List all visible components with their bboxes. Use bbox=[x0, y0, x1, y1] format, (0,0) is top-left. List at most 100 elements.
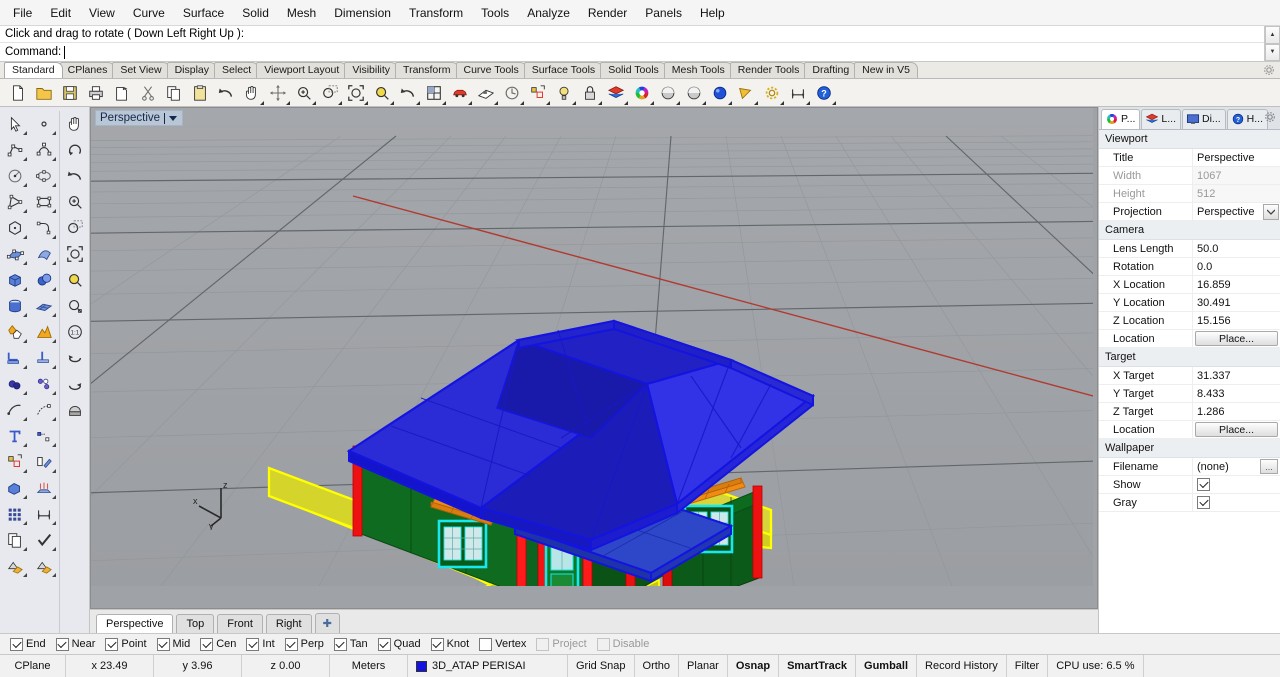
properties-tab-layers[interactable]: L... bbox=[1141, 109, 1181, 129]
flyout-arrow[interactable] bbox=[52, 417, 57, 421]
toolbar-tab-curve-tools[interactable]: Curve Tools bbox=[455, 62, 527, 78]
toolbar-button-zoom-extents[interactable] bbox=[343, 80, 369, 106]
toolbar-tab-display[interactable]: Display bbox=[166, 62, 218, 78]
menu-item-curve[interactable]: Curve bbox=[124, 2, 174, 24]
rail-button-cylinder-solid[interactable] bbox=[1, 293, 29, 319]
flyout-arrow[interactable] bbox=[52, 443, 57, 447]
property-value[interactable]: 0.0 bbox=[1193, 258, 1280, 275]
rail-button-blend-surface[interactable] bbox=[1, 371, 29, 397]
rail-button-render-material[interactable] bbox=[30, 553, 58, 579]
rail-button-hexagon[interactable] bbox=[1, 215, 29, 241]
status-cpu-usage[interactable]: CPU use: 6.5 % bbox=[1048, 655, 1144, 677]
rail-button-rotate-view[interactable] bbox=[61, 137, 89, 163]
rail-button-boolean-union[interactable] bbox=[1, 319, 29, 345]
flyout-arrow[interactable] bbox=[22, 235, 27, 239]
toolbar-button-named-selection[interactable] bbox=[525, 80, 551, 106]
flyout-arrow[interactable] bbox=[22, 209, 27, 213]
flyout-arrow[interactable] bbox=[312, 100, 316, 105]
toolbar-button-zoom-window[interactable] bbox=[317, 80, 343, 106]
flyout-arrow[interactable] bbox=[22, 521, 27, 525]
command-line[interactable]: Command: bbox=[0, 43, 1280, 61]
flyout-arrow[interactable] bbox=[52, 495, 57, 499]
rail-button-copy-object[interactable] bbox=[1, 527, 29, 553]
toolbar-button-shaded-sphere[interactable] bbox=[655, 80, 681, 106]
toolbar-button-options-gear[interactable] bbox=[759, 80, 785, 106]
chevron-down-icon[interactable] bbox=[1263, 203, 1279, 220]
property-value[interactable]: Perspective bbox=[1193, 203, 1280, 220]
rail-button-point-object[interactable] bbox=[30, 111, 58, 137]
add-viewport-icon[interactable]: ✚ bbox=[314, 613, 340, 633]
status-toggle-filter[interactable]: Filter bbox=[1007, 655, 1049, 677]
rail-button-zoom-window[interactable] bbox=[61, 215, 89, 241]
chevron-down-icon[interactable] bbox=[169, 115, 178, 121]
flyout-arrow[interactable] bbox=[260, 100, 264, 105]
toolbar-tab-set-view[interactable]: Set View bbox=[112, 62, 170, 78]
rail-button-view-rotate-back[interactable] bbox=[61, 345, 89, 371]
scroll-up-icon[interactable]: ▲ bbox=[1265, 26, 1280, 44]
toolbar-button-layout-page[interactable] bbox=[473, 80, 499, 106]
flyout-arrow[interactable] bbox=[286, 100, 290, 105]
toolbar-tab-mesh-tools[interactable]: Mesh Tools bbox=[663, 62, 733, 78]
place-button[interactable]: Place... bbox=[1195, 331, 1278, 346]
rail-button-zoom-selected[interactable] bbox=[61, 267, 89, 293]
checkbox-show[interactable] bbox=[1197, 478, 1210, 491]
viewport-tab-front[interactable]: Front bbox=[217, 614, 263, 633]
menu-item-file[interactable]: File bbox=[4, 2, 41, 24]
flyout-arrow[interactable] bbox=[52, 131, 57, 135]
flyout-arrow[interactable] bbox=[22, 131, 27, 135]
toolbar-tab-render-tools[interactable]: Render Tools bbox=[729, 62, 808, 78]
rail-button-surface-grid[interactable] bbox=[30, 293, 58, 319]
flyout-arrow[interactable] bbox=[52, 521, 57, 525]
flyout-arrow[interactable] bbox=[22, 495, 27, 499]
rail-button-extrude-solid[interactable] bbox=[1, 475, 29, 501]
toolbar-button-layers[interactable] bbox=[603, 80, 629, 106]
toolbar-button-gumball-move[interactable] bbox=[265, 80, 291, 106]
flyout-arrow[interactable] bbox=[702, 100, 706, 105]
property-value[interactable]: 30.491 bbox=[1193, 294, 1280, 311]
rail-button-control-point-curve[interactable] bbox=[30, 137, 58, 163]
rail-button-dimension-linear[interactable] bbox=[30, 501, 58, 527]
flyout-arrow[interactable] bbox=[22, 417, 27, 421]
toolbar-tab-transform[interactable]: Transform bbox=[395, 62, 459, 78]
menu-item-view[interactable]: View bbox=[80, 2, 124, 24]
menu-item-analyze[interactable]: Analyze bbox=[518, 2, 579, 24]
toolbar-button-dimension[interactable] bbox=[785, 80, 811, 106]
osnap-project[interactable]: Project bbox=[536, 637, 587, 651]
toolbar-button-rendered-sphere[interactable] bbox=[707, 80, 733, 106]
checkbox-end[interactable] bbox=[10, 637, 23, 651]
flyout-arrow[interactable] bbox=[22, 391, 27, 395]
rail-button-rectangle[interactable] bbox=[30, 189, 58, 215]
flyout-arrow[interactable] bbox=[52, 313, 57, 317]
flyout-arrow[interactable] bbox=[806, 100, 810, 105]
toolbar-button-zoom-in[interactable] bbox=[291, 80, 317, 106]
toolbar-button-new-file[interactable] bbox=[5, 80, 31, 106]
menu-item-solid[interactable]: Solid bbox=[233, 2, 278, 24]
rail-button-text-object[interactable] bbox=[1, 423, 29, 449]
viewport-tab-top[interactable]: Top bbox=[176, 614, 215, 633]
flyout-arrow[interactable] bbox=[52, 235, 57, 239]
flyout-arrow[interactable] bbox=[52, 157, 57, 161]
flyout-arrow[interactable] bbox=[22, 547, 27, 551]
rail-button-check-object[interactable] bbox=[30, 527, 58, 553]
osnap-disable[interactable]: Disable bbox=[596, 637, 649, 651]
rail-button-offset-curve[interactable] bbox=[30, 371, 58, 397]
toolbar-button-flat-shade[interactable] bbox=[733, 80, 759, 106]
flyout-arrow[interactable] bbox=[52, 287, 57, 291]
menu-item-edit[interactable]: Edit bbox=[41, 2, 80, 24]
flyout-arrow[interactable] bbox=[52, 573, 57, 577]
status-toggle-gumball[interactable]: Gumball bbox=[856, 655, 918, 677]
status-toggle-record-history[interactable]: Record History bbox=[917, 655, 1007, 677]
toolbar-tab-solid-tools[interactable]: Solid Tools bbox=[600, 62, 667, 78]
rail-button-ellipse[interactable] bbox=[30, 163, 58, 189]
status-layer[interactable]: 3D_ATAP PERISAI bbox=[408, 655, 568, 677]
flyout-arrow[interactable] bbox=[22, 365, 27, 369]
osnap-knot[interactable]: Knot bbox=[430, 637, 469, 651]
flyout-arrow[interactable] bbox=[416, 100, 420, 105]
property-value[interactable]: 31.337 bbox=[1193, 367, 1280, 384]
place-button[interactable]: Place... bbox=[1195, 422, 1278, 437]
rail-button-curve-from-object[interactable] bbox=[1, 397, 29, 423]
rail-button-rebuild-curve[interactable] bbox=[30, 397, 58, 423]
flyout-arrow[interactable] bbox=[52, 547, 57, 551]
status-toggle-ortho[interactable]: Ortho bbox=[635, 655, 680, 677]
toolbar-button-undo-view[interactable] bbox=[395, 80, 421, 106]
